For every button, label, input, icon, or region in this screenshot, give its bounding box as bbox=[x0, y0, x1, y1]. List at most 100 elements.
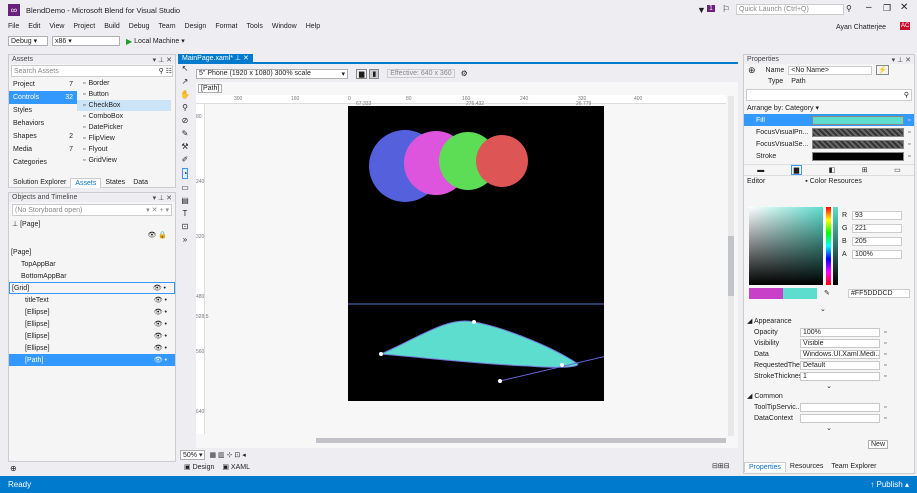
portrait-icon[interactable]: ▆ bbox=[356, 68, 368, 79]
storyboard-actions[interactable]: ▾ ✕ + ▾ bbox=[146, 206, 169, 214]
pencil-tool-icon[interactable]: ✐ bbox=[182, 155, 189, 164]
alpha-slider[interactable] bbox=[833, 207, 838, 285]
settings-icon[interactable]: ⚙ bbox=[461, 69, 468, 78]
common-more-icon[interactable]: ⌄ bbox=[744, 424, 914, 434]
feedback-icon[interactable]: ⚐ bbox=[722, 4, 730, 15]
path-anchor[interactable] bbox=[472, 320, 476, 324]
brush-row[interactable]: FocusVisualPri... ▫ bbox=[744, 126, 914, 138]
asset-category[interactable]: Shapes 2 bbox=[9, 130, 77, 143]
asset-category[interactable]: Media 7 bbox=[9, 143, 77, 156]
pen-tool-icon[interactable]: ✎ bbox=[182, 129, 189, 138]
tab-resources[interactable]: Resources bbox=[786, 462, 827, 472]
tree-row[interactable]: [Path] 👁 • bbox=[9, 354, 175, 366]
visibility-icon[interactable]: 👁 • bbox=[154, 356, 167, 364]
vertical-scrollbar[interactable] bbox=[728, 96, 734, 436]
visibility-icon[interactable]: 👁 • bbox=[153, 284, 166, 292]
tab-mainpage[interactable]: MainPage.xaml* ⊥ ✕ bbox=[178, 54, 253, 64]
tab-data[interactable]: Data bbox=[129, 178, 152, 188]
asset-item[interactable]: ▫ Border bbox=[77, 78, 171, 89]
events-icon[interactable]: ⚡ bbox=[876, 65, 889, 75]
property-value[interactable]: 1 bbox=[800, 372, 880, 381]
gradient-brush-icon[interactable]: ◧ bbox=[829, 166, 836, 174]
path-anchor[interactable] bbox=[379, 352, 383, 356]
filter-icon[interactable]: ▼ bbox=[697, 5, 706, 15]
brush-swatch[interactable] bbox=[812, 139, 904, 149]
advanced-marker[interactable]: ▫ bbox=[908, 153, 910, 160]
menu-debug[interactable]: Debug bbox=[129, 23, 150, 30]
path-anchor[interactable] bbox=[498, 379, 502, 383]
brush-swatch[interactable] bbox=[812, 151, 904, 161]
advanced-marker[interactable]: ▫ bbox=[884, 404, 886, 411]
phone-artboard[interactable] bbox=[348, 106, 604, 401]
appearance-header[interactable]: ◢ Appearance bbox=[747, 318, 792, 325]
tree-row[interactable]: [Page] bbox=[9, 246, 175, 258]
property-search-icon[interactable]: ⚲ bbox=[904, 91, 909, 99]
notification-badge[interactable]: 1 bbox=[707, 5, 715, 12]
new-button[interactable]: New bbox=[868, 440, 889, 449]
asset-item[interactable]: ▫ Flyout bbox=[77, 144, 171, 155]
asset-category[interactable]: Behaviors bbox=[9, 117, 77, 130]
tab-team-explorer[interactable]: Team Explorer bbox=[827, 462, 880, 472]
channel-input[interactable]: 93 bbox=[852, 211, 902, 220]
visibility-icon[interactable]: 👁 • bbox=[154, 296, 167, 304]
expand-chevron-icon[interactable]: ⌄ bbox=[820, 305, 826, 313]
path-anchor[interactable] bbox=[560, 363, 564, 367]
menu-design[interactable]: Design bbox=[185, 23, 207, 30]
storyboard-select[interactable]: (No Storyboard open) bbox=[15, 207, 82, 214]
brush-row[interactable]: Stroke ▫ bbox=[744, 150, 914, 162]
menu-project[interactable]: Project bbox=[73, 23, 95, 30]
advanced-marker[interactable]: ▫ bbox=[884, 415, 886, 422]
artboard-canvas[interactable] bbox=[348, 106, 604, 401]
asset-item[interactable]: ▫ GridView bbox=[77, 155, 171, 166]
pin-icon[interactable]: ▾ ⊥ ✕ bbox=[153, 194, 172, 202]
property-value[interactable] bbox=[800, 414, 880, 423]
menu-build[interactable]: Build bbox=[104, 23, 120, 30]
tab-properties[interactable]: Properties bbox=[744, 462, 786, 472]
menu-help[interactable]: Help bbox=[306, 23, 320, 30]
pin-icon[interactable]: ▾ ⊥ ✕ bbox=[892, 56, 911, 64]
page-scope[interactable]: [Page] bbox=[20, 221, 40, 228]
device-select[interactable]: 5" Phone (1920 x 1080) 300% scale ▾ bbox=[196, 68, 348, 79]
selection-tool-icon[interactable]: ↖ bbox=[182, 64, 189, 73]
platform-select[interactable]: x86 ▾ bbox=[52, 36, 120, 46]
advanced-marker[interactable]: ▫ bbox=[884, 373, 886, 380]
publish-button[interactable]: ↑ Publish ▴ bbox=[870, 480, 909, 489]
tab-assets[interactable]: Assets bbox=[70, 178, 102, 188]
brush-swatch[interactable] bbox=[812, 127, 904, 137]
tree-row[interactable]: [Grid] 👁 • bbox=[9, 282, 175, 294]
grid-icon[interactable]: ▦ ▥ ⊹ ⊡ ◂ bbox=[209, 451, 245, 459]
channel-input[interactable]: 205 bbox=[852, 237, 902, 246]
close-button[interactable]: ✕ bbox=[900, 2, 908, 13]
run-icon[interactable]: ▶ bbox=[126, 37, 132, 46]
scroll-thumb[interactable] bbox=[728, 236, 734, 296]
gradient-tool-icon[interactable]: ◔ bbox=[181, 168, 189, 179]
tree-row[interactable]: [Ellipse] 👁 • bbox=[9, 306, 175, 318]
eyedropper-icon[interactable]: ✎ bbox=[824, 289, 830, 297]
brush-tool-icon[interactable]: ⚒ bbox=[181, 142, 188, 151]
eye-lock-icons[interactable]: 👁 🔒 bbox=[147, 231, 167, 239]
asset-item[interactable]: ▫ Button bbox=[77, 89, 171, 100]
tile-brush-icon[interactable]: ⊞ bbox=[862, 166, 868, 174]
zoom-tool-icon[interactable]: ⚲ bbox=[182, 103, 188, 112]
property-value[interactable]: Windows.UI.Xaml.Medi... bbox=[800, 350, 880, 359]
menu-view[interactable]: View bbox=[49, 23, 64, 30]
restore-button[interactable]: ❐ bbox=[883, 3, 891, 14]
name-input[interactable]: <No Name> bbox=[788, 65, 873, 75]
asset-category[interactable]: Project 7 bbox=[9, 78, 77, 91]
asset-item[interactable]: ▫ FlipView bbox=[77, 133, 171, 144]
asset-category[interactable]: Categories bbox=[9, 156, 77, 169]
menu-team[interactable]: Team bbox=[158, 23, 175, 30]
assets-tool-icon[interactable]: » bbox=[183, 235, 187, 244]
assets-search-input[interactable]: Search Assets bbox=[12, 68, 59, 75]
advanced-marker[interactable]: ▫ bbox=[884, 329, 886, 336]
rectangle-tool-icon[interactable]: ▭ bbox=[181, 183, 189, 192]
asset-item[interactable]: ▫ DatePicker bbox=[77, 122, 171, 133]
tree-row[interactable]: [Ellipse] 👁 • bbox=[9, 330, 175, 342]
property-value[interactable] bbox=[800, 403, 880, 412]
advanced-marker[interactable]: ▫ bbox=[884, 362, 886, 369]
advanced-marker[interactable]: ▫ bbox=[908, 129, 910, 136]
config-select[interactable]: Debug ▾ bbox=[8, 36, 48, 46]
tree-row[interactable]: [Ellipse] 👁 • bbox=[9, 342, 175, 354]
run-dropdown-icon[interactable]: ▾ bbox=[181, 37, 185, 45]
minimize-button[interactable]: ‒ bbox=[866, 2, 872, 13]
